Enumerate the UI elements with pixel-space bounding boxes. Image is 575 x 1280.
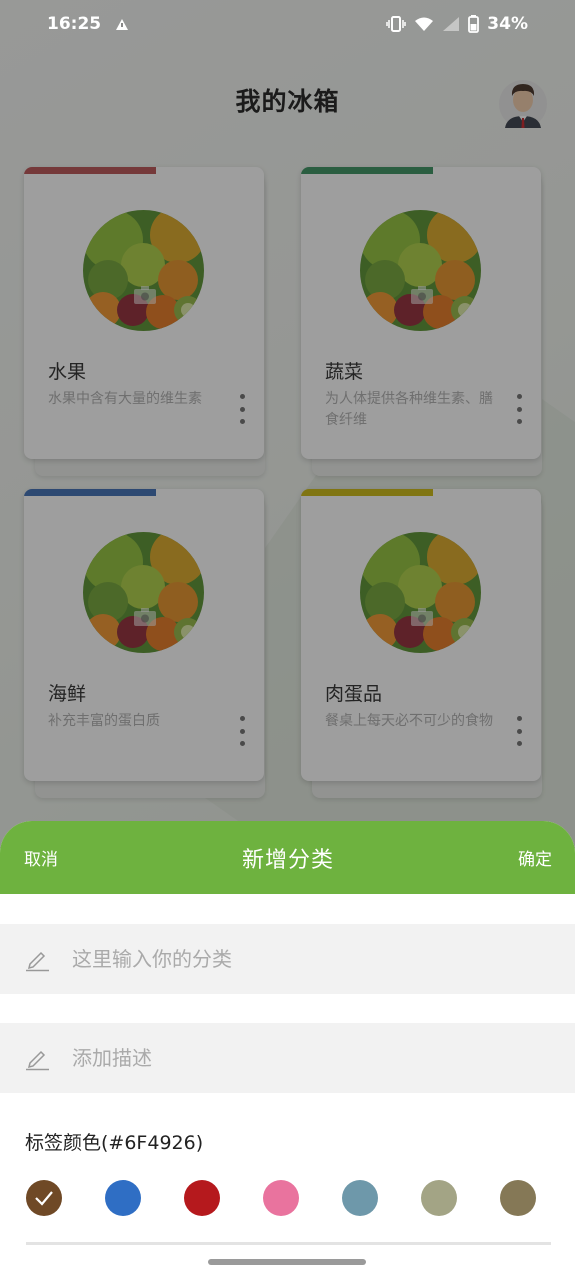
sheet-header: 取消 新增分类 确定 [0, 821, 575, 894]
category-name-input[interactable] [72, 947, 492, 971]
signal-icon [442, 16, 460, 32]
battery-level: 34% [487, 14, 528, 34]
cancel-button[interactable]: 取消 [24, 845, 58, 870]
color-swatch[interactable] [105, 1180, 141, 1216]
color-swatch[interactable] [263, 1180, 299, 1216]
status-bar: 16:25 34% [0, 0, 575, 48]
sheet-title: 新增分类 [241, 847, 334, 873]
color-swatch-row [26, 1180, 536, 1216]
home-indicator[interactable] [208, 1259, 366, 1265]
vibrate-icon [386, 16, 407, 32]
color-swatch-selected[interactable] [26, 1180, 62, 1216]
color-swatch[interactable] [342, 1180, 378, 1216]
description-field[interactable] [0, 1023, 575, 1093]
pencil-icon [24, 946, 50, 972]
color-swatch[interactable] [184, 1180, 220, 1216]
wifi-icon [414, 16, 434, 32]
category-name-field[interactable] [0, 924, 575, 994]
battery-icon [468, 15, 480, 33]
add-category-sheet: 取消 新增分类 确定 标签颜色(#6F4926) [0, 821, 575, 1245]
color-swatch[interactable] [500, 1180, 536, 1216]
alert-icon [115, 18, 129, 31]
status-time: 16:25 [47, 14, 102, 34]
color-swatch[interactable] [421, 1180, 457, 1216]
tag-color-label: 标签颜色(#6F4926) [25, 1132, 204, 1154]
description-input[interactable] [72, 1046, 492, 1070]
pencil-icon [24, 1045, 50, 1071]
confirm-button[interactable]: 确定 [518, 845, 552, 870]
check-icon [35, 1191, 53, 1206]
system-nav-bar [0, 1245, 575, 1280]
